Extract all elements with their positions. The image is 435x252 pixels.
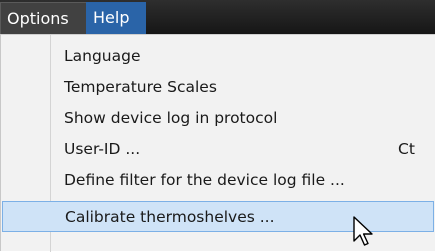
menu-item-label: Show device log in protocol (64, 109, 278, 127)
menu-item-language[interactable]: Language (2, 41, 434, 72)
menu-options[interactable]: Options (0, 2, 86, 34)
menu-item-label: User-ID ... (64, 140, 141, 158)
menu-item-label: Calibrate thermoshelves ... (65, 208, 275, 226)
menu-item-user-id[interactable]: User-ID ... Ct (2, 134, 434, 165)
menu-bar: Options Help (0, 0, 435, 34)
menu-item-label: Define filter for the device log file ..… (64, 171, 345, 189)
menu-item-define-filter[interactable]: Define filter for the device log file ..… (2, 165, 434, 196)
menu-item-shortcut: Ct (398, 140, 415, 158)
menu-item-show-device-log[interactable]: Show device log in protocol (2, 103, 434, 134)
mouse-pointer-icon (353, 216, 373, 246)
menu-item-label: Temperature Scales (64, 78, 217, 96)
menu-item-temperature-scales[interactable]: Temperature Scales (2, 72, 434, 103)
menu-help[interactable]: Help (86, 2, 146, 34)
menu-item-label: Language (64, 47, 141, 65)
